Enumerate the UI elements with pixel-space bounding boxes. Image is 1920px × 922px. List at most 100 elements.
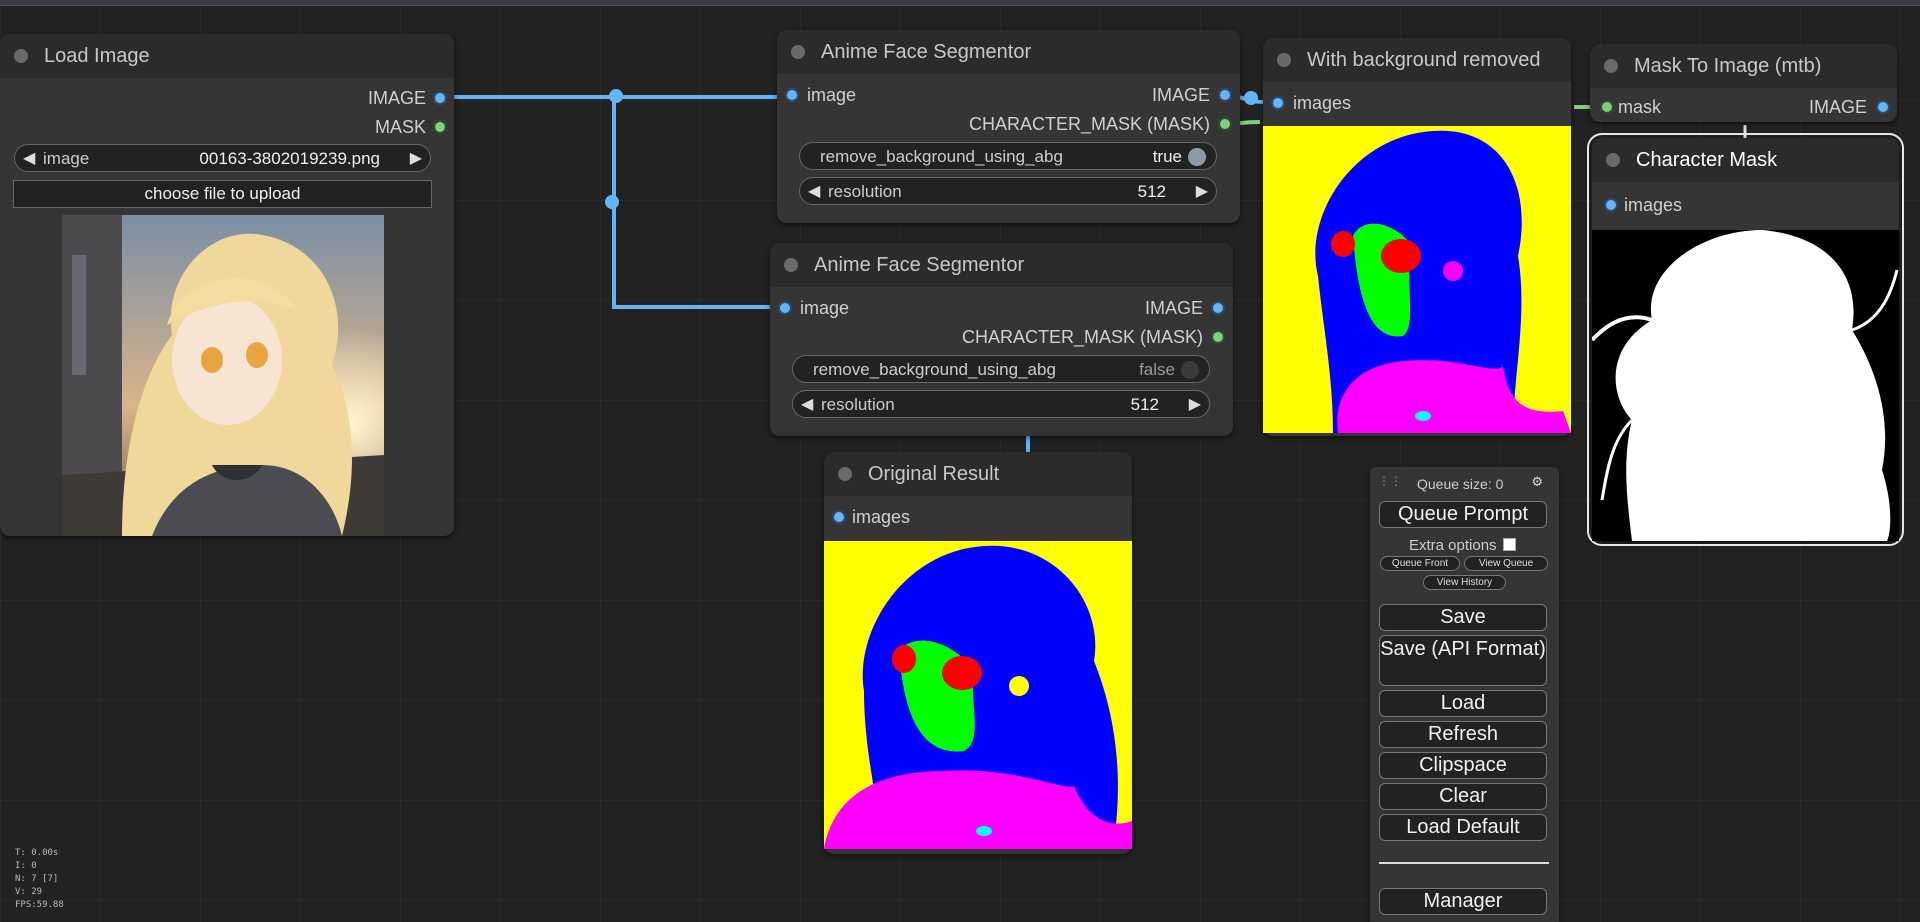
toggle-knob-off[interactable] bbox=[1181, 361, 1199, 379]
remove-background-label: remove_background_using_abg bbox=[813, 360, 1056, 379]
choose-file-button[interactable]: choose file to upload bbox=[13, 180, 432, 208]
image-file-combo[interactable]: ◀ image 00163-3802019239.png ▶ bbox=[14, 144, 431, 172]
drag-handle-icon[interactable]: ⋮⋮ bbox=[1378, 474, 1402, 488]
reroute-dot-mid bbox=[605, 195, 619, 209]
queue-size-label: Queue size: 0 bbox=[1417, 476, 1504, 492]
bg-removed-preview-node[interactable]: With background removed images bbox=[1263, 38, 1571, 436]
output-image-pin[interactable] bbox=[1878, 102, 1888, 112]
reroute-dot-right bbox=[1244, 91, 1258, 105]
image-file-value: 00163-3802019239.png bbox=[199, 149, 380, 168]
node-collapse-dot[interactable] bbox=[791, 45, 805, 59]
render-stats: T: 0.00s I: 0 N: 7 [7] V: 29 FPS:59.88 bbox=[15, 847, 64, 912]
anime-face-segmentor-top-node[interactable]: Anime Face Segmentor image IMAGE CHARACT… bbox=[777, 30, 1240, 223]
decrement-icon[interactable]: ◀ bbox=[801, 394, 813, 414]
input-images-label: images bbox=[852, 507, 911, 527]
resolution-value: 512 bbox=[1137, 182, 1166, 201]
increment-icon[interactable]: ▶ bbox=[1196, 181, 1208, 201]
original-segmentation-image bbox=[824, 541, 1132, 849]
resolution-label: resolution bbox=[821, 395, 895, 414]
remove-background-value: true bbox=[1152, 147, 1182, 166]
clear-button[interactable]: Clear bbox=[1379, 783, 1547, 810]
node-collapse-dot[interactable] bbox=[1604, 59, 1618, 73]
load-image-title: Load Image bbox=[44, 45, 150, 67]
output-image-pin[interactable] bbox=[435, 93, 445, 103]
original-segmentation-preview bbox=[824, 541, 1132, 849]
increment-icon[interactable]: ▶ bbox=[1189, 394, 1201, 414]
load-image-node[interactable]: Load Image IMAGE MASK ◀ image 00163-3802… bbox=[0, 34, 454, 536]
node-collapse-dot[interactable] bbox=[1606, 153, 1620, 167]
resolution-stepper[interactable]: ◀ resolution 512 ▶ bbox=[792, 390, 1210, 418]
mask-preview bbox=[1592, 230, 1899, 541]
queue-prompt-button[interactable]: Queue Prompt bbox=[1379, 501, 1547, 528]
stat-visible: V: 29 bbox=[15, 887, 43, 897]
settings-gear-icon[interactable]: ⚙ bbox=[1531, 474, 1543, 490]
toggle-knob-on[interactable] bbox=[1188, 148, 1206, 166]
segmentor-top-title-bar[interactable]: Anime Face Segmentor bbox=[777, 30, 1240, 74]
node-collapse-dot[interactable] bbox=[838, 467, 852, 481]
output-image-label: IMAGE bbox=[1144, 298, 1203, 318]
segmentor-top-title: Anime Face Segmentor bbox=[821, 41, 1032, 63]
bg-removed-title-bar[interactable]: With background removed bbox=[1263, 38, 1571, 82]
node-collapse-dot[interactable] bbox=[14, 49, 28, 63]
stat-time: T: 0.00s bbox=[15, 848, 59, 858]
queue-front-button[interactable]: Queue Front bbox=[1380, 556, 1460, 571]
bg-removed-title: With background removed bbox=[1307, 49, 1541, 71]
output-character-mask-label: CHARACTER_MASK (MASK) bbox=[961, 327, 1203, 347]
character-mask-title-bar[interactable]: Character Mask bbox=[1592, 138, 1899, 182]
manager-button[interactable]: Manager bbox=[1379, 888, 1547, 915]
load-default-button[interactable]: Load Default bbox=[1379, 814, 1547, 841]
mask-to-image-node[interactable]: Mask To Image (mtb) mask IMAGE bbox=[1590, 44, 1897, 122]
original-result-preview-node[interactable]: Original Result images bbox=[824, 452, 1132, 854]
view-queue-button[interactable]: View Queue bbox=[1464, 556, 1548, 571]
original-result-title-bar[interactable]: Original Result bbox=[824, 452, 1132, 496]
output-character-mask-pin[interactable] bbox=[1213, 332, 1223, 342]
decrement-icon[interactable]: ◀ bbox=[808, 181, 820, 201]
anime-face-segmentor-bottom-node[interactable]: Anime Face Segmentor image IMAGE CHARACT… bbox=[770, 243, 1233, 436]
character-mask-title: Character Mask bbox=[1636, 149, 1778, 171]
view-history-button[interactable]: View History bbox=[1423, 575, 1506, 590]
output-mask-pin[interactable] bbox=[435, 122, 445, 132]
output-character-mask-pin[interactable] bbox=[1220, 119, 1230, 129]
clipspace-button[interactable]: Clipspace bbox=[1379, 752, 1547, 779]
resolution-label: resolution bbox=[828, 182, 902, 201]
link-load-to-segmentor-bottom bbox=[612, 97, 777, 309]
save-button[interactable]: Save bbox=[1379, 604, 1547, 631]
segmentation-preview bbox=[1263, 126, 1571, 433]
load-button[interactable]: Load bbox=[1379, 690, 1547, 717]
extra-options-checkbox[interactable] bbox=[1503, 538, 1516, 551]
load-image-title-bar[interactable]: Load Image bbox=[0, 34, 454, 78]
input-image-pin[interactable] bbox=[780, 303, 790, 313]
anime-girl-image bbox=[62, 215, 384, 536]
output-image-pin[interactable] bbox=[1213, 303, 1223, 313]
original-result-title: Original Result bbox=[868, 463, 1000, 485]
stat-nodes: N: 7 [7] bbox=[15, 874, 59, 884]
remove-background-toggle[interactable]: remove_background_using_abg true bbox=[799, 142, 1217, 170]
input-images-pin[interactable] bbox=[1606, 200, 1616, 210]
remove-background-toggle[interactable]: remove_background_using_abg false bbox=[792, 355, 1210, 383]
panel-divider bbox=[1379, 862, 1549, 864]
input-images-label: images bbox=[1624, 195, 1683, 215]
refresh-button[interactable]: Refresh bbox=[1379, 721, 1547, 748]
mask-to-image-title-bar[interactable]: Mask To Image (mtb) bbox=[1590, 44, 1897, 88]
combo-next-icon[interactable]: ▶ bbox=[410, 148, 422, 168]
character-mask-preview-node[interactable]: Character Mask images bbox=[1587, 133, 1904, 546]
node-collapse-dot[interactable] bbox=[1277, 53, 1291, 67]
input-mask-pin[interactable] bbox=[1602, 102, 1612, 112]
mask-to-image-title: Mask To Image (mtb) bbox=[1634, 55, 1822, 77]
segmentor-bottom-title: Anime Face Segmentor bbox=[814, 254, 1025, 276]
input-mask-label: mask bbox=[1618, 97, 1662, 117]
queue-panel: ⋮⋮ Queue size: 0 ⚙ Queue Prompt Extra op… bbox=[1370, 467, 1559, 922]
input-image-pin[interactable] bbox=[787, 90, 797, 100]
segmentor-bottom-title-bar[interactable]: Anime Face Segmentor bbox=[770, 243, 1233, 287]
output-character-mask-label: CHARACTER_MASK (MASK) bbox=[968, 114, 1210, 134]
stat-fps: FPS:59.88 bbox=[15, 900, 64, 910]
resolution-stepper[interactable]: ◀ resolution 512 ▶ bbox=[799, 177, 1217, 205]
node-collapse-dot[interactable] bbox=[784, 258, 798, 272]
save-api-format-button[interactable]: Save (API Format) bbox=[1379, 635, 1547, 686]
input-image-label: image bbox=[807, 85, 857, 105]
combo-prev-icon[interactable]: ◀ bbox=[23, 148, 35, 168]
output-image-pin[interactable] bbox=[1220, 90, 1230, 100]
input-images-pin[interactable] bbox=[834, 512, 844, 522]
character-mask-image bbox=[1592, 230, 1899, 541]
input-images-pin[interactable] bbox=[1273, 98, 1283, 108]
